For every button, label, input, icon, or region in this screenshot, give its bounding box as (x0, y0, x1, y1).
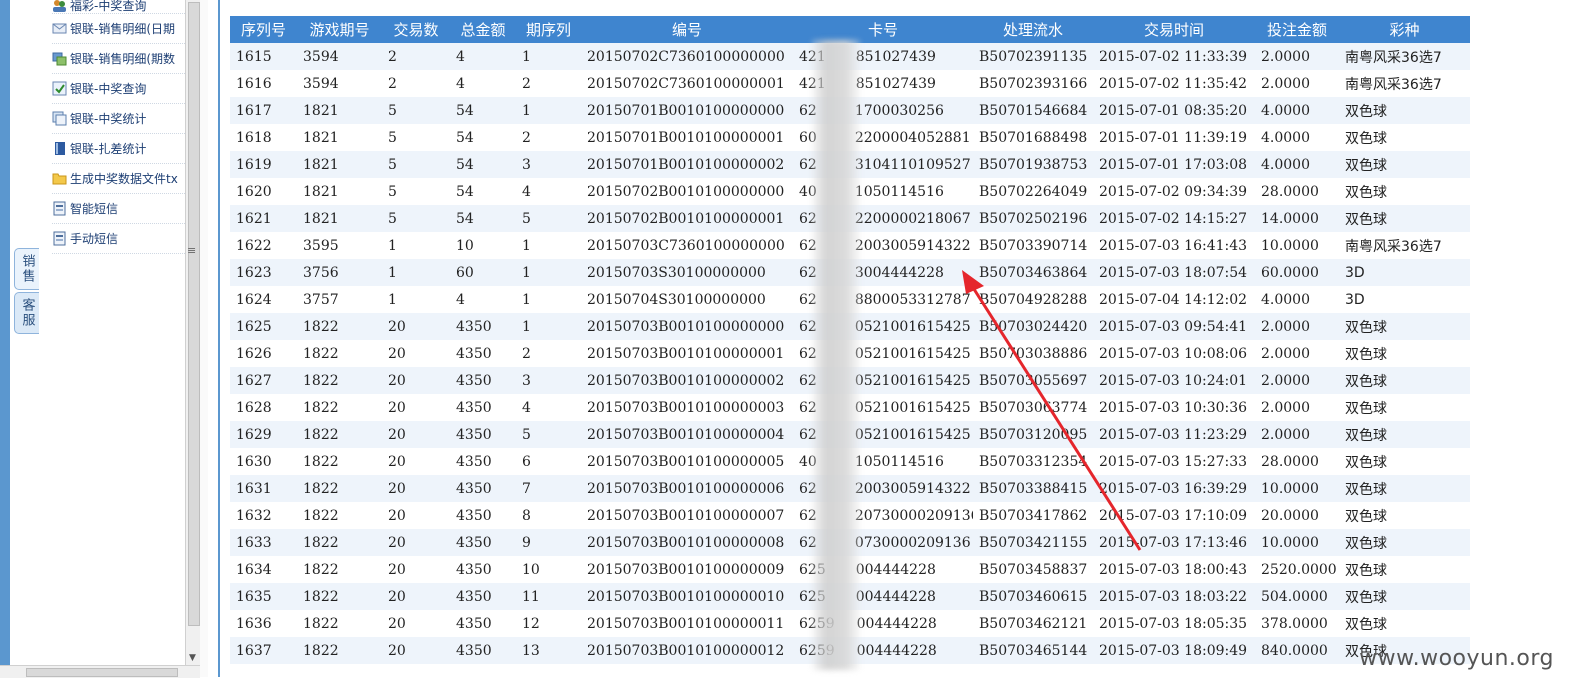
annotation-arrow (970, 285, 1142, 551)
watermark: www.wooyun.org (1359, 646, 1554, 671)
annotation-arrow-head (962, 270, 984, 294)
annotation-layer (962, 270, 1142, 551)
